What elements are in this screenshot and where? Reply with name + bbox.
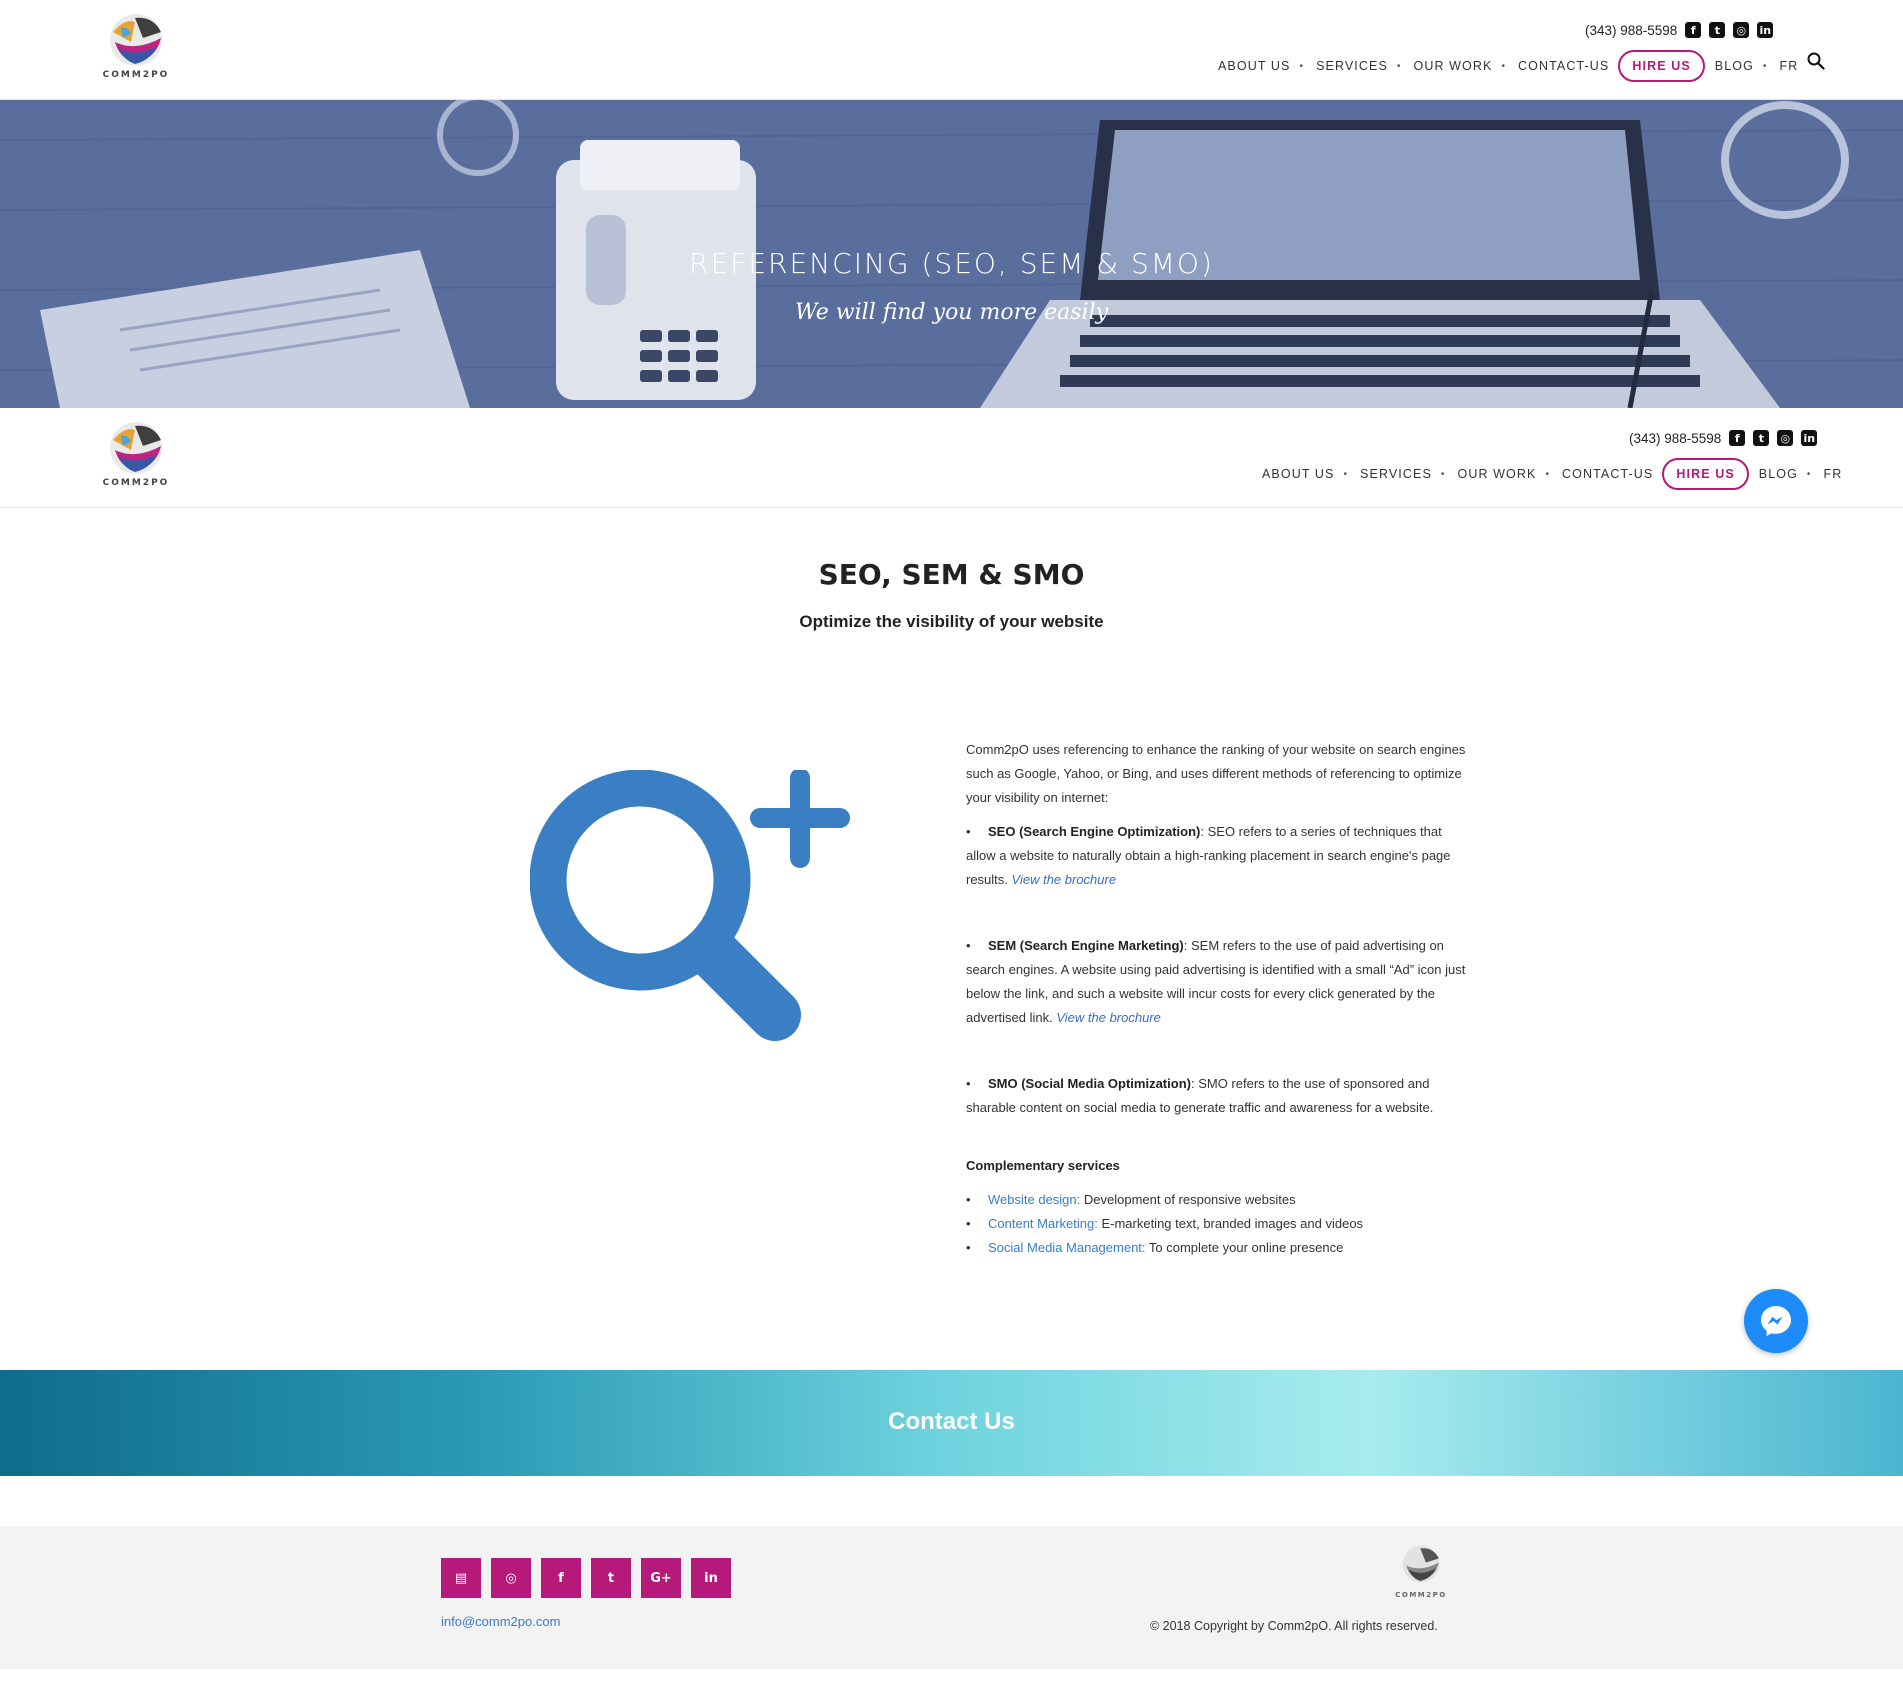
nav-about-us[interactable]: ABOUT US — [1256, 467, 1340, 481]
logo-wordmark: COMM2PO — [102, 478, 170, 488]
nav-contact-us[interactable]: CONTACT-US — [1512, 59, 1615, 73]
nav-separator: • — [1501, 60, 1507, 72]
seo-brochure-link[interactable]: View the brochure — [1012, 872, 1117, 887]
nav-separator: • — [1545, 468, 1551, 480]
bullet: • — [966, 1240, 971, 1255]
nav-contact-us[interactable]: CONTACT-US — [1556, 467, 1659, 481]
smo-paragraph: • SMO (Social Media Optimization): SMO re… — [966, 1072, 1466, 1120]
bullet: • — [966, 1216, 971, 1231]
main-nav: ABOUT US • SERVICES • OUR WORK • CONTACT-US… — [1212, 50, 1804, 82]
facebook-icon[interactable]: f — [1685, 22, 1702, 38]
logo-globe-icon — [1402, 1545, 1440, 1583]
hire-us-button[interactable]: HIRE US — [1662, 458, 1749, 490]
nav-about-us[interactable]: ABOUT US — [1212, 59, 1296, 73]
facebook-icon[interactable]: f — [1729, 430, 1746, 446]
nav-blog[interactable]: BLOG — [1709, 59, 1760, 73]
facebook-icon[interactable]: f — [541, 1558, 581, 1598]
logo-wordmark: COMM2PO — [1395, 1591, 1447, 1599]
messenger-icon — [1761, 1306, 1791, 1336]
linkedin-icon[interactable]: in — [1757, 22, 1774, 38]
footer-email-link[interactable]: info@comm2po.com — [441, 1614, 560, 1629]
twitter-icon[interactable]: t — [591, 1558, 631, 1598]
search-icon[interactable] — [1807, 52, 1825, 70]
description-column: Comm2pO uses referencing to enhance the … — [966, 738, 1466, 1260]
sticky-nav: ABOUT US • SERVICES • OUR WORK • CONTACT-US… — [1256, 458, 1848, 490]
sem-brochure-link[interactable]: View the brochure — [1056, 1010, 1161, 1025]
seo-paragraph: • SEO (Search Engine Optimization): SEO r… — [966, 820, 1466, 892]
contact-us-label[interactable]: Contact Us — [0, 1408, 1903, 1436]
nav-separator: • — [1299, 60, 1305, 72]
twitter-icon[interactable]: t — [1753, 430, 1770, 446]
instagram-icon[interactable]: ◎ — [1733, 22, 1750, 38]
section-title: SEO, SEM & SMO — [818, 558, 1085, 591]
nav-our-work[interactable]: OUR WORK — [1408, 59, 1499, 73]
bullet: • — [966, 824, 971, 839]
nav-separator: • — [1440, 468, 1446, 480]
nav-separator: • — [1343, 468, 1349, 480]
contact-line: (343) 988-5598 f t ◎ in — [1585, 21, 1774, 39]
nav-language-fr[interactable]: FR — [1818, 467, 1849, 481]
intro-paragraph: Comm2pO uses referencing to enhance the … — [966, 742, 1466, 805]
copyright-text: © 2018 Copyright by Comm2pO. All rights … — [1150, 1619, 1438, 1633]
service-item: • Website design: Development of responsi… — [966, 1188, 1466, 1212]
service-text: To complete your online presence — [1145, 1240, 1344, 1255]
newsletter-icon[interactable]: ▤ — [441, 1558, 481, 1598]
hero-banner: REFERENCING (SEO, SEM & SMO) We will fin… — [0, 100, 1903, 408]
hire-us-button[interactable]: HIRE US — [1618, 50, 1705, 82]
site-logo[interactable]: COMM2PO — [86, 12, 186, 90]
nav-separator: • — [1396, 60, 1402, 72]
phone-number[interactable]: (343) 988-5598 — [1629, 431, 1721, 446]
bullet: • — [966, 1192, 971, 1207]
nav-separator: • — [1806, 468, 1812, 480]
instagram-icon[interactable]: ◎ — [1777, 430, 1794, 446]
hero-subtitle: We will find you more easily — [794, 300, 1109, 325]
complementary-title: Complementary services — [966, 1158, 1120, 1173]
logo-globe-icon — [110, 422, 162, 474]
linkedin-icon[interactable]: in — [691, 1558, 731, 1598]
top-header: COMM2PO (343) 988-5598 f t ◎ in ABOUT US… — [0, 0, 1903, 100]
contact-line: (343) 988-5598 f t ◎ in — [1629, 429, 1818, 447]
linkedin-icon[interactable]: in — [1801, 430, 1818, 446]
nav-services[interactable]: SERVICES — [1354, 467, 1438, 481]
nav-language-fr[interactable]: FR — [1774, 59, 1805, 73]
twitter-icon[interactable]: t — [1709, 22, 1726, 38]
nav-our-work[interactable]: OUR WORK — [1452, 467, 1543, 481]
logo-wordmark: COMM2PO — [102, 70, 170, 80]
sem-paragraph: • SEM (Search Engine Marketing): SEM refe… — [966, 934, 1466, 1030]
hero-title: REFERENCING (SEO, SEM & SMO) — [689, 247, 1214, 280]
nav-separator: • — [1762, 60, 1768, 72]
messenger-chat-button[interactable] — [1744, 1289, 1808, 1353]
logo-globe-icon — [110, 14, 162, 66]
social-media-management-link[interactable]: Social Media Management: — [988, 1240, 1146, 1255]
nav-services[interactable]: SERVICES — [1310, 59, 1394, 73]
bullet: • — [966, 1076, 971, 1091]
service-text: Development of responsive websites — [1080, 1192, 1296, 1207]
footer-logo[interactable]: COMM2PO — [1386, 1544, 1456, 1599]
contact-us-band[interactable]: Contact Us — [0, 1370, 1903, 1476]
service-item: • Social Media Management: To complete yo… — [966, 1236, 1466, 1260]
google-plus-icon[interactable]: G+ — [641, 1558, 681, 1598]
service-item: • Content Marketing: E-marketing text, br… — [966, 1212, 1466, 1236]
footer-social-icons: ▤ ◎ f t G+ in — [441, 1558, 731, 1598]
seo-label: SEO (Search Engine Optimization) — [988, 824, 1201, 839]
bullet: • — [966, 938, 971, 953]
website-design-link[interactable]: Website design: — [988, 1192, 1080, 1207]
footer: ▤ ◎ f t G+ in info@comm2po.com COMM2PO ©… — [0, 1526, 1903, 1669]
section-subtitle: Optimize the visibility of your website — [799, 612, 1104, 631]
site-logo[interactable]: COMM2PO — [86, 420, 186, 498]
sem-label: SEM (Search Engine Marketing) — [988, 938, 1184, 953]
phone-number[interactable]: (343) 988-5598 — [1585, 23, 1677, 38]
smo-label: SMO (Social Media Optimization) — [988, 1076, 1191, 1091]
content-marketing-link[interactable]: Content Marketing: — [988, 1216, 1098, 1231]
magnifier-plus-icon — [530, 770, 850, 1041]
service-text: E-marketing text, branded images and vid… — [1097, 1216, 1364, 1231]
sticky-header: COMM2PO (343) 988-5598 f t ◎ in ABOUT US… — [0, 408, 1903, 508]
instagram-icon[interactable]: ◎ — [491, 1558, 531, 1598]
nav-blog[interactable]: BLOG — [1753, 467, 1804, 481]
